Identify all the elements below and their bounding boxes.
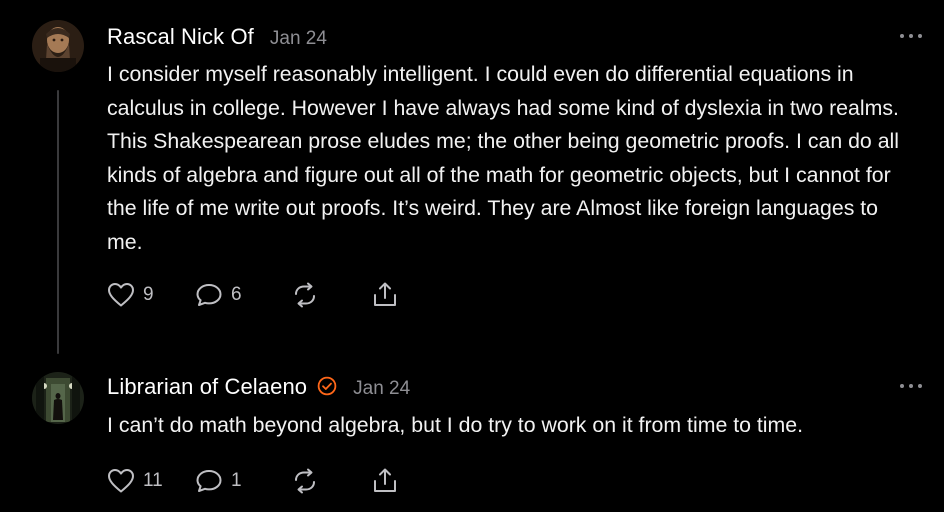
restack-icon: [295, 282, 315, 308]
reply-button[interactable]: 6: [195, 282, 291, 308]
reply-button[interactable]: 1: [195, 468, 291, 494]
restack-icon: [295, 468, 315, 494]
share-icon: [374, 282, 396, 306]
comment-date[interactable]: Jan 24: [353, 378, 410, 400]
dark-corridor-avatar-image: [32, 372, 84, 424]
author-name[interactable]: Librarian of Celaeno: [107, 374, 307, 400]
comment-text: I consider myself reasonably intelligent…: [107, 62, 899, 254]
like-button[interactable]: 11: [107, 468, 195, 494]
portrait-avatar-image: [32, 20, 84, 72]
share-button[interactable]: [371, 281, 411, 309]
author-name[interactable]: Rascal Nick Of: [107, 24, 254, 50]
heart-icon: [108, 469, 134, 493]
verified-check-icon: [317, 376, 337, 396]
comment-text: I can’t do math beyond algebra, but I do…: [107, 413, 804, 437]
share-button[interactable]: [371, 467, 411, 495]
reply-count: 6: [231, 284, 242, 305]
comment-actions: 9 6: [107, 280, 411, 310]
like-button[interactable]: 9: [107, 282, 195, 308]
share-icon: [374, 468, 396, 492]
author-avatar[interactable]: [32, 372, 84, 424]
comment-date[interactable]: Jan 24: [270, 28, 327, 50]
more-options-icon[interactable]: [900, 33, 922, 39]
restack-button[interactable]: [291, 282, 371, 308]
reply-count: 1: [231, 470, 242, 491]
thread-line: [57, 90, 59, 354]
like-count: 9: [143, 284, 154, 305]
like-count: 11: [143, 470, 163, 491]
comment-bubble-icon: [196, 470, 222, 492]
comment-header: Rascal Nick Of Jan 24: [107, 24, 327, 50]
heart-icon: [108, 283, 134, 307]
restack-button[interactable]: [291, 468, 371, 494]
more-options-icon[interactable]: [900, 383, 922, 389]
author-avatar[interactable]: [32, 20, 84, 72]
comment-header: Librarian of Celaeno Jan 24: [107, 374, 410, 400]
comment-actions: 11 1: [107, 466, 411, 496]
comment-bubble-icon: [196, 284, 222, 306]
